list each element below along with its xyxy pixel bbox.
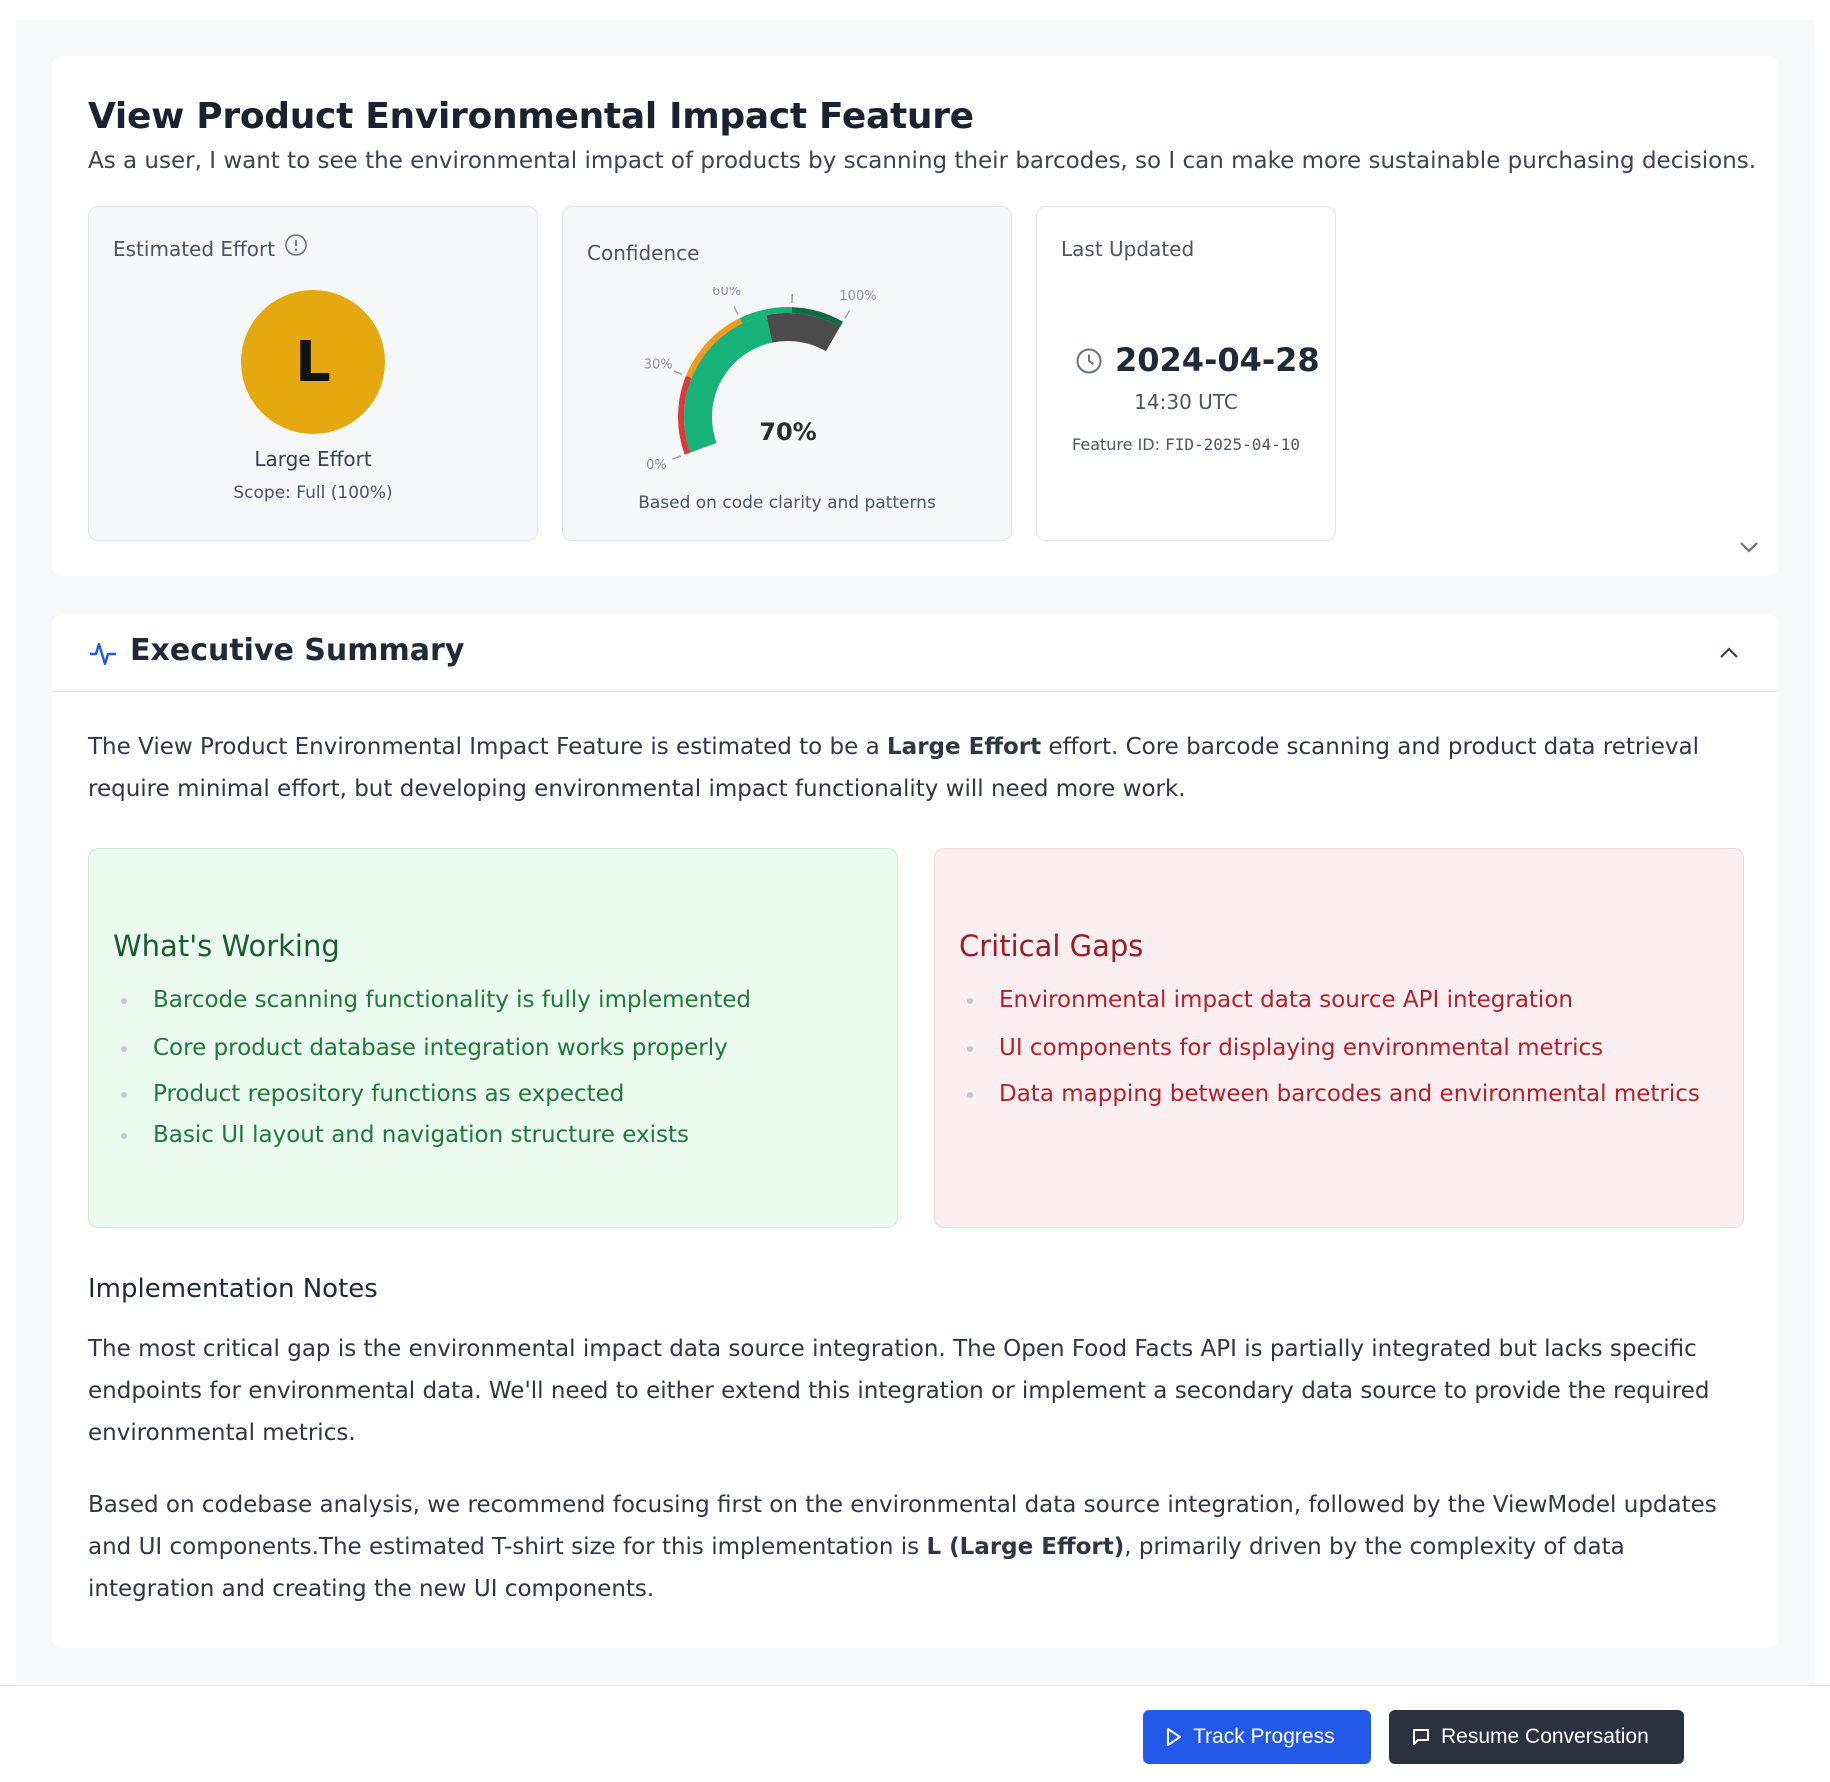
executive-summary-card: Executive Summary The View Product Envir… — [52, 614, 1779, 1648]
effort-size-badge: L — [241, 290, 385, 434]
list-item: Environmental impact data source API int… — [959, 987, 1719, 1035]
confidence-gauge: 0%30%60%80%100% 70% — [644, 287, 877, 473]
impl-p2-bold: L (Large Effort) — [926, 1534, 1125, 1560]
whats-working-panel: What's Working Barcode scanning function… — [88, 848, 898, 1228]
gauge-tick-label: 60% — [712, 287, 741, 299]
effort-card: Estimated Effort L Large Effort Scope: F… — [88, 206, 538, 541]
track-progress-button[interactable]: Track Progress — [1143, 1710, 1371, 1764]
gauge-remaining-arc — [766, 313, 840, 352]
gauge-tick-label: 30% — [644, 358, 673, 373]
last-updated-date: 2024-04-28 — [1115, 341, 1320, 379]
whats-working-list: Barcode scanning functionality is fully … — [113, 987, 873, 1170]
info-icon[interactable] — [284, 233, 308, 257]
track-progress-label: Track Progress — [1193, 1725, 1335, 1748]
clock-icon — [1076, 348, 1102, 374]
summary-paragraph: The View Product Environmental Impact Fe… — [88, 726, 1748, 810]
user-story: As a user, I want to see the environment… — [88, 148, 1757, 174]
effort-scope: Scope: Full (100%) — [233, 483, 393, 503]
gauge-value: 70% — [759, 418, 816, 446]
gauge-tick-label: 100% — [839, 289, 876, 304]
implementation-notes-paragraph-2: Based on codebase analysis, we recommend… — [88, 1484, 1748, 1610]
list-item: Core product database integration works … — [113, 1035, 873, 1081]
gauge-tick-label: 0% — [646, 458, 667, 473]
summary-title: Executive Summary — [130, 633, 465, 668]
expand-chevron-down-icon[interactable] — [1736, 534, 1762, 560]
last-updated-label: Last Updated — [1061, 237, 1195, 261]
confidence-caption: Based on code clarity and patterns — [638, 493, 936, 513]
effort-label: Estimated Effort — [113, 237, 276, 261]
last-updated-card: Last Updated 2024-04-28 14:30 UTC Featur… — [1036, 206, 1336, 541]
confidence-label: Confidence — [587, 241, 700, 265]
list-item: Basic UI layout and navigation structure… — [113, 1122, 873, 1170]
gauge-tick-mark — [733, 306, 739, 315]
chat-bubble-icon — [1413, 1729, 1429, 1745]
collapse-chevron-up-icon[interactable] — [1716, 640, 1742, 666]
feature-header-card: View Product Environmental Impact Featur… — [52, 56, 1779, 576]
list-item: Data mapping between barcodes and enviro… — [959, 1081, 1719, 1129]
list-item: Product repository functions as expected — [113, 1081, 873, 1122]
summary-header[interactable]: Executive Summary — [52, 614, 1779, 692]
implementation-notes-title: Implementation Notes — [88, 1274, 378, 1304]
confidence-card: Confidence 0%30%60%80%100% 70% Based on … — [562, 206, 1012, 541]
activity-pulse-icon — [90, 642, 116, 666]
list-item: Barcode scanning functionality is fully … — [113, 987, 873, 1035]
feature-id-value: FID-2025-04-10 — [1165, 435, 1300, 454]
gauge-tick-mark — [673, 370, 683, 375]
effort-name: Large Effort — [254, 447, 372, 471]
resume-conversation-button[interactable]: Resume Conversation — [1389, 1710, 1684, 1764]
whats-working-title: What's Working — [113, 929, 340, 963]
feature-id: Feature ID: FID-2025-04-10 — [1037, 435, 1335, 454]
play-icon — [1167, 1728, 1181, 1746]
critical-gaps-list: Environmental impact data source API int… — [959, 987, 1719, 1129]
list-item: UI components for displaying environment… — [959, 1035, 1719, 1081]
resume-conversation-label: Resume Conversation — [1441, 1725, 1649, 1748]
gauge-tick-mark — [844, 310, 851, 319]
summary-text-start: The View Product Environmental Impact Fe… — [88, 734, 888, 760]
last-updated-time: 14:30 UTC — [1134, 390, 1238, 414]
summary-text-bold: Large Effort — [887, 734, 1042, 760]
gauge-tick-mark — [672, 455, 682, 460]
critical-gaps-panel: Critical Gaps Environmental impact data … — [934, 848, 1744, 1228]
implementation-notes-paragraph-1: The most critical gap is the environment… — [88, 1336, 1710, 1446]
action-footer: Track Progress Resume Conversation — [0, 1685, 1830, 1782]
feature-id-label: Feature ID: — [1072, 435, 1161, 454]
critical-gaps-title: Critical Gaps — [959, 929, 1144, 963]
page-title: View Product Environmental Impact Featur… — [88, 96, 974, 137]
